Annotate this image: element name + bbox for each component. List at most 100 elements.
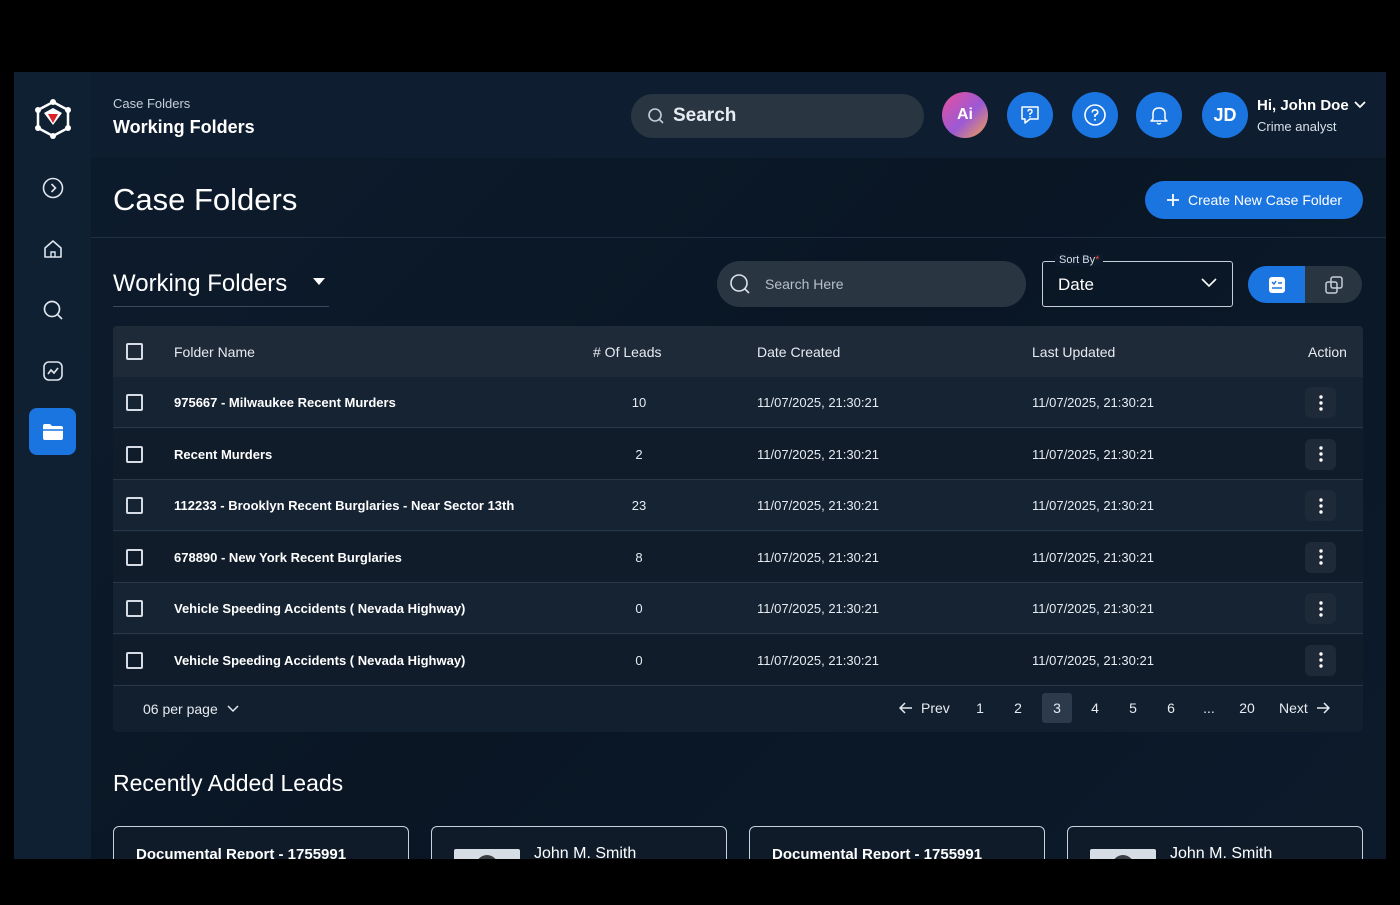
report-lead-card[interactable]: Documental Report - 1755991: [113, 826, 409, 859]
leads-count: 0: [635, 652, 643, 668]
next-page-label: Next: [1279, 700, 1308, 716]
row-action-button[interactable]: [1305, 438, 1336, 470]
row-checkbox[interactable]: [126, 445, 143, 463]
folder-view-title[interactable]: Working Folders: [113, 270, 287, 298]
caret-down-icon[interactable]: [312, 277, 326, 287]
more-vertical-icon: [1318, 446, 1323, 462]
page-number-button[interactable]: 4: [1080, 693, 1110, 723]
ai-assistant-button[interactable]: Ai: [942, 92, 988, 138]
table-row[interactable]: Recent Murders 2 11/07/2025, 21:30:21 11/07…: [113, 428, 1363, 480]
table-row[interactable]: Vehicle Speeding Accidents ( Nevada High…: [113, 634, 1363, 686]
analytics-icon: [42, 360, 63, 381]
last-updated: 11/07/2025, 21:30:21: [1032, 652, 1154, 668]
last-updated: 11/07/2025, 21:30:21: [1032, 601, 1154, 616]
nav-search[interactable]: [29, 286, 76, 333]
table-row[interactable]: 678890 - New York Recent Burglaries 8 11/0…: [113, 531, 1363, 583]
chevron-down-icon[interactable]: [1353, 100, 1367, 110]
table-search-input[interactable]: [765, 276, 995, 292]
leads-count: 8: [635, 549, 643, 565]
breadcrumb-parent[interactable]: Case Folders: [113, 96, 190, 111]
page-number-button[interactable]: 2: [1003, 693, 1033, 723]
app-window: Case Folders Working Folders Search Ai J…: [14, 72, 1386, 859]
create-case-folder-button[interactable]: Create New Case Folder: [1145, 181, 1363, 219]
list-view-icon: [1268, 276, 1285, 293]
notifications-button[interactable]: [1136, 92, 1182, 138]
leads-count: 23: [631, 498, 647, 513]
nav-home[interactable]: [29, 225, 76, 272]
search-icon: [730, 274, 750, 294]
table-search[interactable]: [717, 261, 1026, 307]
person-lead-card[interactable]: John M. Smith: [1067, 826, 1363, 859]
folder-icon: [42, 423, 63, 440]
column-header-leads[interactable]: # Of Leads: [593, 344, 662, 360]
page-number-button[interactable]: 6: [1156, 693, 1186, 723]
expand-sidebar-button[interactable]: [29, 164, 76, 211]
person-photo: [1090, 849, 1156, 859]
folder-name[interactable]: Vehicle Speeding Accidents ( Nevada High…: [174, 601, 465, 616]
per-page-value: 06 per page: [143, 701, 218, 717]
folder-name[interactable]: Recent Murders: [174, 447, 272, 462]
date-created: 11/07/2025, 21:30:21: [757, 395, 879, 410]
page-number-button[interactable]: 20: [1232, 693, 1262, 723]
folder-name[interactable]: 678890 - New York Recent Burglaries: [174, 550, 402, 565]
recent-leads-title: Recently Added Leads: [113, 770, 344, 796]
chevron-down-icon: [1201, 278, 1217, 288]
user-greeting[interactable]: Hi, John Doe: [1257, 97, 1349, 114]
create-case-folder-label: Create New Case Folder: [1187, 192, 1343, 208]
next-page-button[interactable]: Next: [1279, 693, 1330, 723]
row-action-button[interactable]: [1305, 541, 1336, 573]
folder-name[interactable]: 975667 - Milwaukee Recent Murders: [174, 395, 396, 410]
row-action-button[interactable]: [1305, 387, 1336, 418]
more-vertical-icon: [1318, 600, 1323, 617]
page-number-button[interactable]: 3: [1042, 693, 1072, 723]
ai-icon: Ai: [957, 106, 973, 123]
nav-analytics[interactable]: [29, 347, 76, 394]
row-action-button[interactable]: [1305, 490, 1336, 521]
header-divider: [91, 237, 1386, 238]
plus-icon: [1166, 194, 1179, 206]
help-button[interactable]: [1072, 92, 1118, 138]
last-updated: 11/07/2025, 21:30:21: [1032, 549, 1154, 565]
prev-page-button[interactable]: Prev: [899, 693, 950, 723]
folder-name[interactable]: 112233 - Brooklyn Recent Burglaries - Ne…: [174, 498, 514, 513]
person-lead-card[interactable]: John M. Smith: [431, 826, 727, 859]
list-view-button[interactable]: [1248, 266, 1305, 303]
bell-icon: [1150, 107, 1168, 125]
view-toggle: [1248, 266, 1362, 303]
sort-by-select[interactable]: Sort By* Date: [1042, 254, 1233, 307]
date-created: 11/07/2025, 21:30:21: [757, 498, 879, 513]
select-all-checkbox[interactable]: [126, 343, 143, 360]
column-header-last-updated[interactable]: Last Updated: [1032, 344, 1115, 360]
folder-name[interactable]: Vehicle Speeding Accidents ( Nevada High…: [174, 653, 465, 668]
leads-count: 0: [635, 601, 643, 616]
row-checkbox[interactable]: [126, 651, 143, 669]
feedback-button[interactable]: [1007, 92, 1053, 138]
chevron-down-icon: [227, 705, 239, 713]
avatar[interactable]: JD: [1202, 92, 1248, 138]
row-checkbox[interactable]: [126, 600, 143, 617]
report-lead-card[interactable]: Documental Report - 1755991: [749, 826, 1045, 859]
grid-view-button[interactable]: [1305, 266, 1362, 303]
row-checkbox[interactable]: [126, 497, 143, 514]
table-row[interactable]: 975667 - Milwaukee Recent Murders 10 11/07…: [113, 377, 1363, 428]
app-logo[interactable]: [33, 99, 73, 139]
arrow-left-icon: [899, 702, 912, 714]
per-page-select[interactable]: 06 per page: [143, 701, 240, 717]
nav-case-folders[interactable]: [29, 408, 76, 455]
row-action-button[interactable]: [1305, 644, 1336, 676]
help-icon: [1084, 104, 1106, 126]
table-row[interactable]: 112233 - Brooklyn Recent Burglaries - Ne…: [113, 480, 1363, 531]
page-number-button[interactable]: 5: [1118, 693, 1148, 723]
page-number-button[interactable]: 1: [965, 693, 995, 723]
column-header-folder-name[interactable]: Folder Name: [174, 344, 255, 360]
copy-icon: [1324, 275, 1343, 294]
date-created: 11/07/2025, 21:30:21: [757, 601, 879, 616]
column-header-date-created[interactable]: Date Created: [757, 344, 840, 360]
table-row[interactable]: Vehicle Speeding Accidents ( Nevada High…: [113, 583, 1363, 634]
more-vertical-icon: [1318, 549, 1323, 565]
lead-person-name: John M. Smith: [1170, 845, 1273, 859]
row-checkbox[interactable]: [126, 394, 143, 411]
global-search[interactable]: Search: [631, 94, 924, 138]
row-action-button[interactable]: [1305, 593, 1336, 624]
row-checkbox[interactable]: [126, 548, 143, 566]
